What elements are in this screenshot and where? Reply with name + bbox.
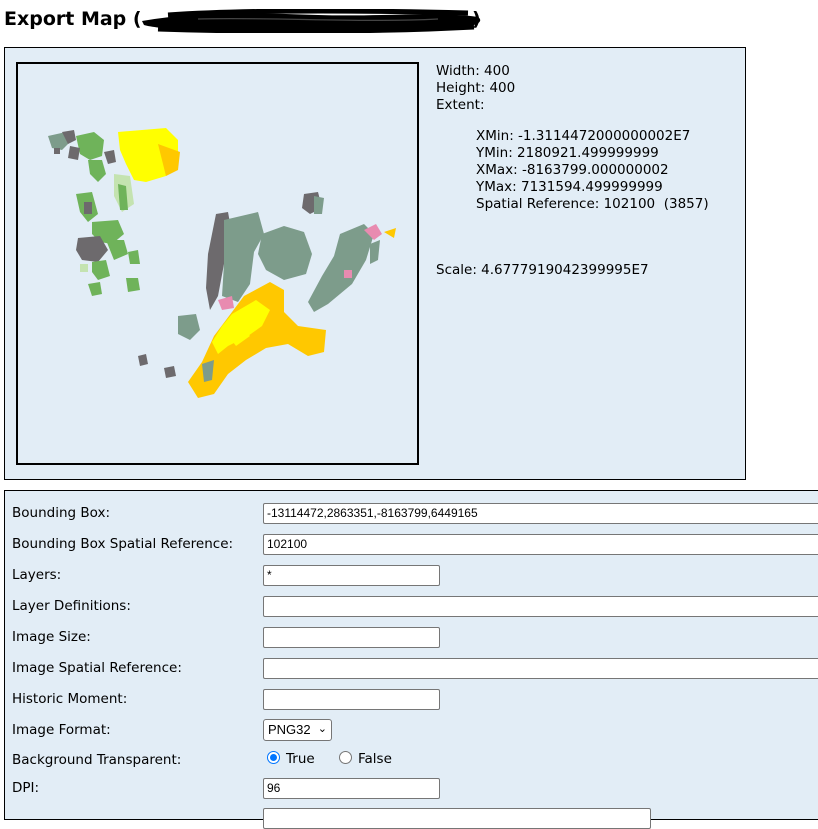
layer-defs-input[interactable] bbox=[263, 596, 818, 617]
extent-label: Extent: bbox=[436, 97, 485, 113]
spatial-reference-readout: Spatial Reference: 102100 (3857) bbox=[476, 196, 709, 212]
image-format-value: PNG32 bbox=[268, 722, 311, 737]
row-layers: Layers: * bbox=[5, 564, 818, 586]
chevron-down-icon: ⌄ bbox=[317, 723, 327, 735]
bbox-sr-input[interactable]: 102100 bbox=[263, 534, 818, 555]
map-info: Width: 400 Height: 400 Extent: XMin: -1.… bbox=[436, 63, 709, 279]
xmin-readout: XMin: -1.3114472000000002E7 bbox=[476, 128, 691, 144]
row-dpi: DPI: 96 bbox=[5, 777, 818, 799]
image-size-input[interactable] bbox=[263, 627, 440, 648]
xmax-readout: XMax: -8163799.000000002 bbox=[476, 162, 669, 178]
transparent-label: Background Transparent: bbox=[12, 752, 182, 768]
transparent-radio-group: True False bbox=[267, 751, 412, 767]
transparent-false-label[interactable]: False bbox=[358, 751, 392, 767]
transparent-false-radio[interactable] bbox=[338, 751, 352, 764]
redaction-scribble bbox=[142, 9, 481, 33]
image-sr-label: Image Spatial Reference: bbox=[12, 660, 182, 676]
image-format-label: Image Format: bbox=[12, 722, 111, 738]
image-sr-input[interactable] bbox=[263, 658, 818, 679]
bounding-box-input[interactable]: -13114472,2863351,-8163799,6449165 bbox=[263, 503, 818, 524]
layers-input[interactable]: * bbox=[263, 565, 440, 586]
row-historic-moment: Historic Moment: bbox=[5, 688, 818, 710]
row-image-format: Image Format: PNG32 ⌄ bbox=[5, 719, 818, 741]
row-image-sr: Image Spatial Reference: bbox=[5, 657, 818, 679]
page-title-close: ) bbox=[472, 8, 481, 30]
layer-defs-label: Layer Definitions: bbox=[12, 598, 131, 614]
map-panel: Width: 400 Height: 400 Extent: XMin: -1.… bbox=[4, 47, 746, 480]
row-next-partial bbox=[5, 807, 818, 829]
ymin-readout: YMin: 2180921.499999999 bbox=[476, 145, 659, 161]
height-readout: Height: 400 bbox=[436, 80, 516, 96]
row-bounding-box: Bounding Box: -13114472,2863351,-8163799… bbox=[5, 502, 818, 524]
export-form: Bounding Box: -13114472,2863351,-8163799… bbox=[4, 490, 818, 829]
row-bbox-sr: Bounding Box Spatial Reference: 102100 bbox=[5, 533, 818, 555]
ymax-readout: YMax: 7131594.499999999 bbox=[476, 179, 663, 195]
transparent-true-radio[interactable] bbox=[267, 751, 280, 764]
page-title-text: Export Map ( bbox=[4, 8, 142, 30]
layers-label: Layers: bbox=[12, 567, 62, 583]
image-size-label: Image Size: bbox=[12, 629, 91, 645]
scale-readout: Scale: 4.6777919042399995E7 bbox=[436, 262, 649, 278]
row-background-transparent: Background Transparent: True False bbox=[5, 749, 818, 771]
bounding-box-label: Bounding Box: bbox=[12, 505, 111, 521]
row-image-size: Image Size: bbox=[5, 626, 818, 648]
map-image bbox=[16, 62, 419, 465]
bbox-sr-label: Bounding Box Spatial Reference: bbox=[12, 536, 234, 552]
row-layer-defs: Layer Definitions: bbox=[5, 595, 818, 617]
width-readout: Width: 400 bbox=[436, 63, 510, 79]
page-title: Export Map ( bbox=[4, 8, 142, 30]
historic-moment-input[interactable] bbox=[263, 689, 440, 710]
image-format-select[interactable]: PNG32 ⌄ bbox=[263, 719, 332, 741]
dpi-input[interactable]: 96 bbox=[263, 778, 440, 799]
map-graphic bbox=[48, 128, 396, 398]
historic-moment-label: Historic Moment: bbox=[12, 691, 128, 707]
partial-input[interactable] bbox=[263, 808, 651, 829]
transparent-true-label[interactable]: True bbox=[286, 751, 315, 767]
dpi-label: DPI: bbox=[12, 780, 40, 796]
